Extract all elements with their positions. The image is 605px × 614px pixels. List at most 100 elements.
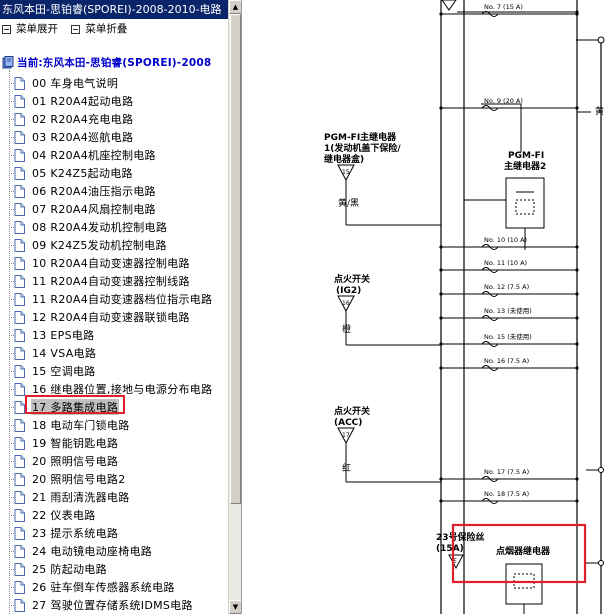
document-icon	[14, 364, 25, 378]
vertical-scrollbar[interactable]: ▲ ▼	[228, 0, 241, 614]
tree-root[interactable]: 当前:东风本田-思铂睿(SPOREI)-2008	[0, 53, 211, 71]
tree-item[interactable]: 13 EPS电路	[9, 326, 95, 344]
fuse-label: No. 16 (7.5 A)	[484, 357, 529, 365]
tree-item[interactable]: 07 R20A4风扇控制电路	[9, 200, 157, 218]
tree-item[interactable]: 12 R20A4自动变速器联锁电路	[9, 308, 191, 326]
fuse23-line2: (15A)	[436, 544, 464, 554]
tree-item[interactable]: 24 电动镜电动座椅电路	[9, 542, 153, 560]
tree-item-label: 20 照明信号电路2	[32, 473, 126, 486]
tree-item[interactable]: 25 防起动电路	[9, 560, 108, 578]
tree-item[interactable]: 27 驾驶位置存储系统IDMS电路	[9, 596, 194, 614]
tree-item[interactable]: 22 仪表电路	[9, 506, 97, 524]
document-icon	[14, 166, 25, 180]
ig2-wire: 橙	[342, 323, 351, 335]
fuse-label: No. 11 (10 A)	[484, 259, 527, 267]
left-panel: 东风本田-思铂睿(SPOREI)-2008-2010-电路 菜单展开 菜单折叠 …	[0, 0, 242, 614]
tree-item[interactable]: 23 提示系统电路	[9, 524, 119, 542]
document-icon	[14, 130, 25, 144]
fuse-row: No. 18 (7.5 A)	[439, 490, 579, 504]
document-icon	[14, 436, 25, 450]
document-icon	[14, 472, 25, 486]
fuse-rows: No. 7 (15 A)No. 9 (20 A)No. 10 (10 A)No.…	[439, 3, 579, 504]
scroll-down-button[interactable]: ▼	[229, 600, 241, 614]
book-icon	[2, 55, 15, 69]
document-icon	[14, 310, 25, 324]
tree-root-label: 当前:东风本田-思铂睿(SPOREI)-2008	[17, 56, 212, 69]
document-icon	[14, 220, 25, 234]
tree-item[interactable]: 14 VSA电路	[9, 344, 97, 362]
tree-item[interactable]: 08 R20A4发动机控制电路	[9, 218, 168, 236]
fuse-label: No. 17 (7.5 A)	[484, 468, 529, 476]
tree-item[interactable]: 17 多路集成电路	[9, 398, 120, 416]
expand-menu-button[interactable]: 菜单展开	[2, 19, 58, 39]
document-icon	[14, 346, 25, 360]
main-relay-2-line2: 主继电器2	[504, 160, 546, 172]
document-icon	[14, 526, 25, 540]
document-icon	[14, 274, 25, 288]
document-icon	[14, 256, 25, 270]
yellow-wire-label: 黄	[595, 105, 604, 117]
tree-item-label: 05 K24Z5起动电路	[32, 167, 133, 180]
tree-item[interactable]: 02 R20A4充电电路	[9, 110, 134, 128]
tree-item[interactable]: 11 R20A4自动变速器控制线路	[9, 272, 191, 290]
main-relay-1-pin: 15	[342, 169, 350, 176]
collapse-menu-button[interactable]: 菜单折叠	[71, 19, 127, 39]
chapter-tree: 当前:东风本田-思铂睿(SPOREI)-2008 00 车身电气说明 01 R20…	[0, 50, 228, 614]
tree-item-label: 11 R20A4自动变速器档位指示电路	[32, 293, 213, 306]
wiring-diagram-svg: No. 7 (15 A)No. 9 (20 A)No. 10 (10 A)No.…	[324, 0, 605, 614]
tree-item[interactable]: 10 R20A4自动变速器控制电路	[9, 254, 191, 272]
tree-item-label: 01 R20A4起动电路	[32, 95, 134, 108]
document-icon	[14, 238, 25, 252]
main-relay-1-line3: 继电器盒)	[324, 153, 364, 165]
document-icon	[14, 292, 25, 306]
tree-item[interactable]: 19 智能钥匙电路	[9, 434, 119, 452]
tree-item-label: 12 R20A4自动变速器联锁电路	[32, 311, 190, 324]
document-icon	[14, 148, 25, 162]
tree-item[interactable]: 09 K24Z5发动机控制电路	[9, 236, 168, 254]
toolbar: 菜单展开 菜单折叠	[0, 19, 228, 39]
lighter-relay-label: 点烟器继电器	[496, 545, 551, 557]
fuse-label: No. 12 (7.5 A)	[484, 283, 529, 291]
tree-item[interactable]: 15 空调电路	[9, 362, 97, 380]
fuse-label: No. 15 (未使用)	[484, 332, 532, 341]
fuse-row: No. 11 (10 A)	[439, 259, 579, 273]
document-icon	[14, 184, 25, 198]
tree-item[interactable]: 00 车身电气说明	[9, 74, 119, 92]
wiring-diagram: No. 7 (15 A) No. 9 (20 A) No. 10 (10 A) No.…	[246, 0, 605, 614]
main-relay-1-wire: 黄/黑	[338, 197, 359, 209]
tree-item[interactable]: 18 电动车门锁电路	[9, 416, 131, 434]
main-relay-1-line1: PGM-FI主继电器	[324, 131, 397, 143]
fuse-row: No. 10 (10 A)	[439, 236, 579, 250]
fuse-label: No. 10 (10 A)	[484, 236, 527, 244]
ig2-pin: 16	[342, 300, 350, 307]
tree-item-label: 13 EPS电路	[32, 329, 95, 342]
fuse-row: No. 7 (15 A)	[439, 3, 579, 17]
collapse-icon	[71, 24, 81, 34]
tree-item[interactable]: 01 R20A4起动电路	[9, 92, 134, 110]
acc-pin: 17	[342, 432, 350, 439]
tree-item[interactable]: 03 R20A4巡航电路	[9, 128, 134, 146]
tree-item-label: 18 电动车门锁电路	[32, 419, 130, 432]
document-icon	[14, 328, 25, 342]
window-title: 东风本田-思铂睿(SPOREI)-2008-2010-电路	[0, 0, 228, 19]
tree-item[interactable]: 16 继电器位置,接地与电源分布电路	[9, 380, 213, 398]
tree-item[interactable]: 05 K24Z5起动电路	[9, 164, 134, 182]
tree-item[interactable]: 04 R20A4机座控制电路	[9, 146, 157, 164]
tree-item-label: 10 R20A4自动变速器控制电路	[32, 257, 190, 270]
tree-item[interactable]: 20 照明信号电路2	[9, 470, 127, 488]
tree-item-label: 21 雨刮清洗器电路	[32, 491, 130, 504]
tree-item[interactable]: 21 雨刮清洗器电路	[9, 488, 131, 506]
scroll-up-button[interactable]: ▲	[229, 0, 241, 14]
document-icon	[14, 580, 25, 594]
tree-item[interactable]: 11 R20A4自动变速器档位指示电路	[9, 290, 213, 308]
tree-item-label: 25 防起动电路	[32, 563, 107, 576]
expand-menu-label: 菜单展开	[16, 23, 58, 35]
tree-item[interactable]: 06 R20A4油压指示电路	[9, 182, 157, 200]
tree-item-label: 27 驾驶位置存储系统IDMS电路	[32, 599, 193, 612]
tree-item[interactable]: 20 照明信号电路	[9, 452, 119, 470]
scroll-thumb[interactable]	[230, 14, 241, 504]
tree-item-label: 23 提示系统电路	[32, 527, 119, 540]
tree-item[interactable]: 26 驻车倒车传感器系统电路	[9, 578, 176, 596]
collapse-menu-label: 菜单折叠	[85, 23, 128, 35]
tree-item-label: 15 空调电路	[32, 365, 96, 378]
